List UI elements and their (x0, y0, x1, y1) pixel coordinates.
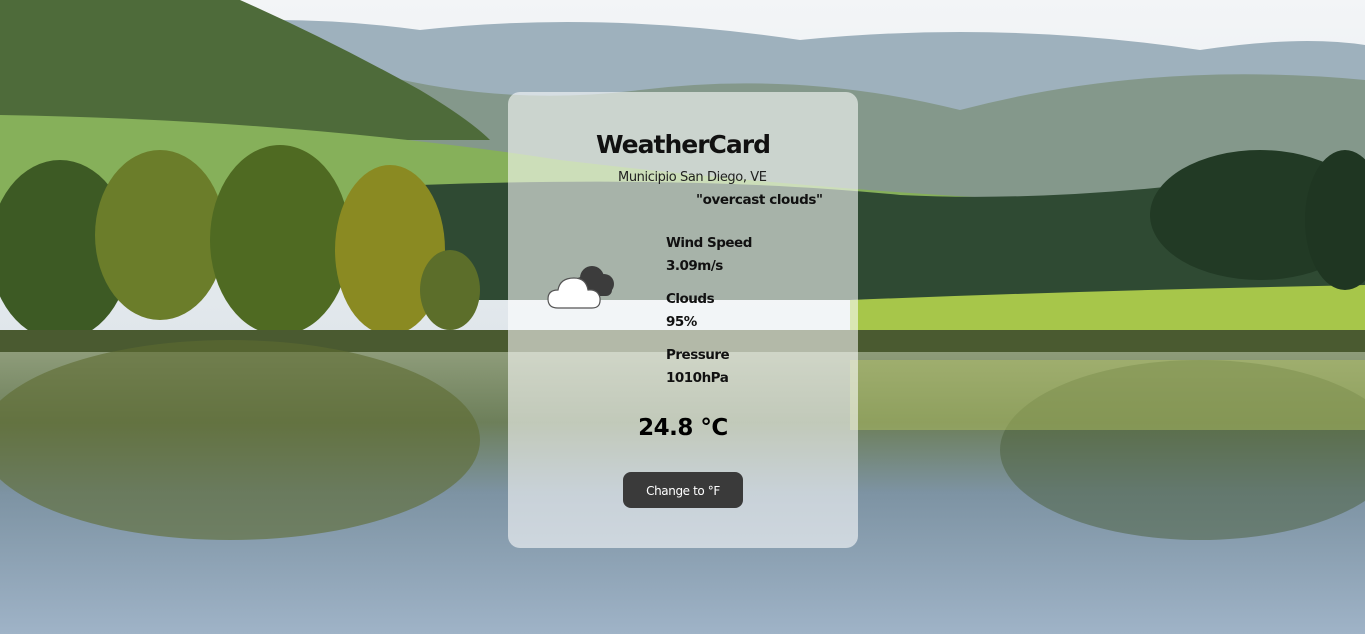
temperature-readout: 24.8 °C (638, 415, 728, 441)
cloud-icon (546, 262, 620, 314)
stat-label: Wind Speed (666, 235, 752, 251)
stat-value: 3.09m/s (666, 258, 723, 274)
change-unit-button[interactable]: Change to °F (623, 472, 743, 508)
stat-label: Clouds (666, 291, 715, 307)
stat-wind-speed: Wind Speed 3.09m/s (666, 232, 752, 278)
weather-description: "overcast clouds" (696, 192, 823, 208)
stat-value: 1010hPa (666, 370, 729, 386)
card-title: WeatherCard (596, 130, 771, 159)
stat-pressure: Pressure 1010hPa (666, 344, 752, 390)
weather-card: WeatherCard Municipio San Diego, VE "ove… (508, 92, 858, 548)
stat-label: Pressure (666, 347, 730, 363)
stat-value: 95% (666, 314, 697, 330)
stat-clouds: Clouds 95% (666, 288, 752, 334)
weather-stats: Wind Speed 3.09m/s Clouds 95% Pressure 1… (666, 232, 752, 400)
location-label: Municipio San Diego, VE (618, 170, 767, 185)
